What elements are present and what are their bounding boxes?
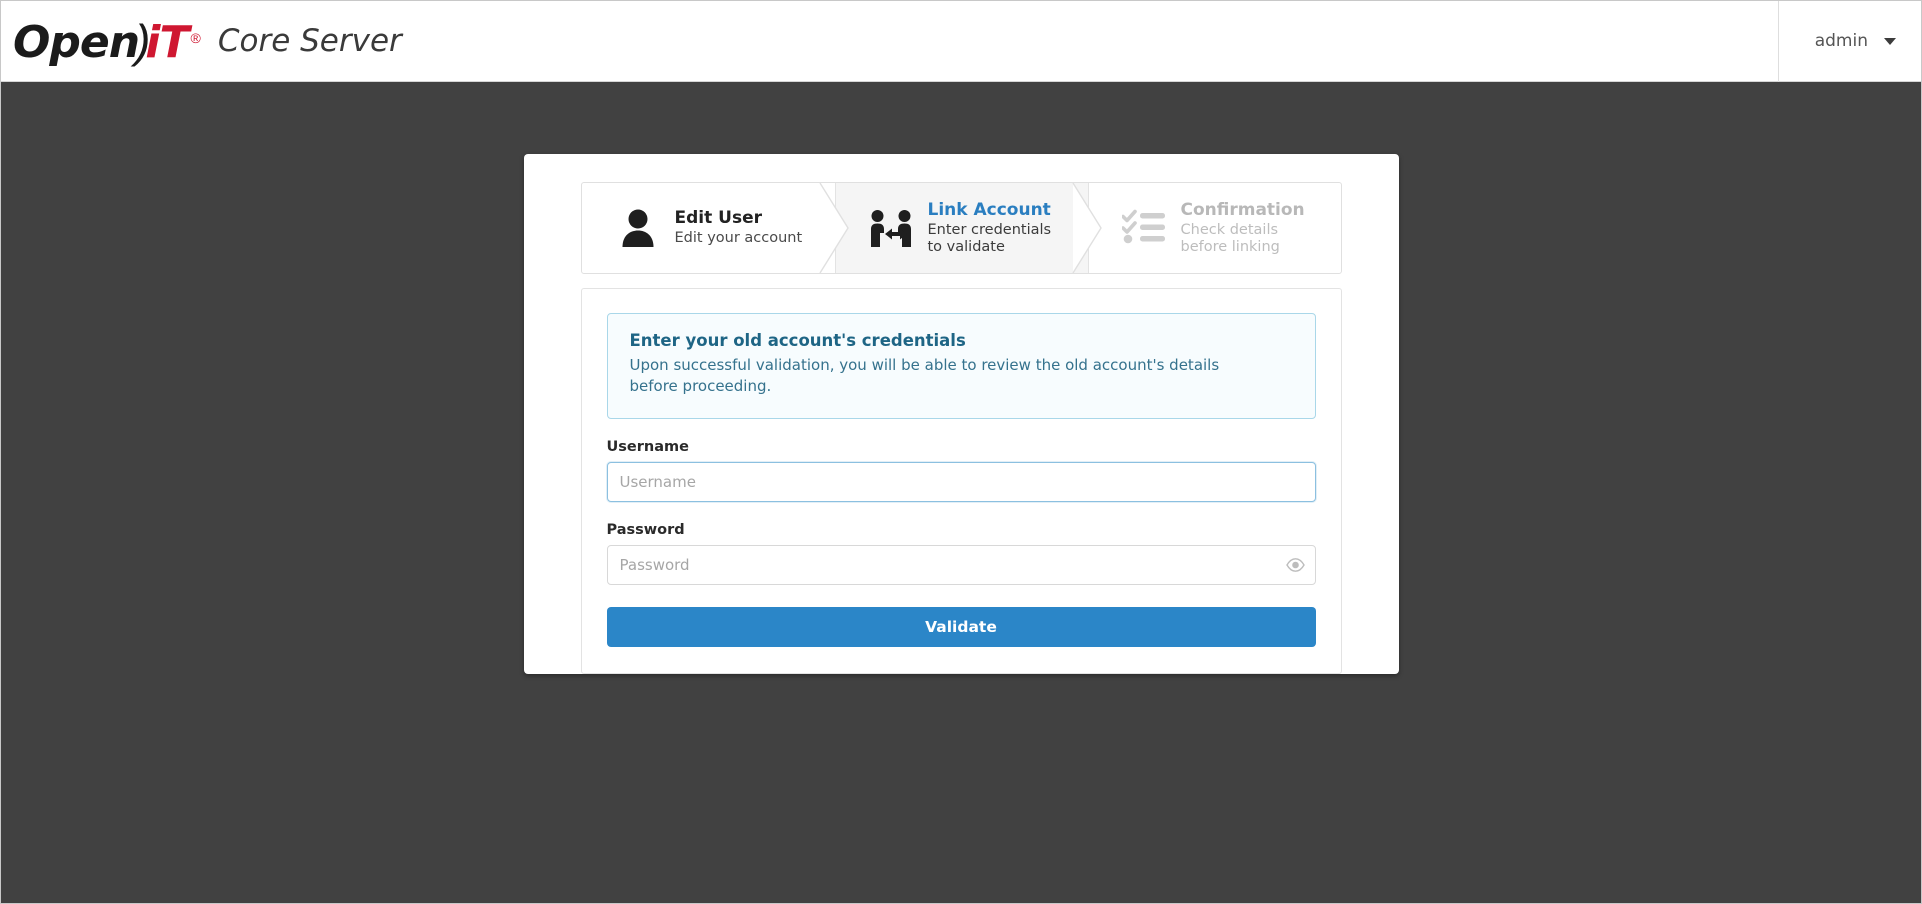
password-label: Password [606, 521, 685, 538]
password-field-group: Password [606, 521, 1316, 585]
step-edit-user-subtitle: Edit your account [674, 230, 803, 247]
step-edit-user-title: Edit User [674, 208, 763, 229]
step-link-account-subtitle: Enter credentials to validate [927, 221, 1052, 256]
chevron-down-icon [1884, 37, 1896, 45]
step-link-account[interactable]: Link Account Enter credentials to valida… [834, 183, 1102, 273]
openit-logo: Open) iT ® [13, 16, 201, 68]
page-title: Core Server [217, 23, 402, 59]
step-confirmation[interactable]: Confirmation Check details before linkin… [1087, 183, 1341, 273]
link-accounts-icon [868, 207, 914, 249]
step-confirmation-subtitle: Check details before linking [1180, 221, 1280, 256]
user-menu-label: admin [1814, 31, 1868, 51]
user-menu-button[interactable]: admin [1777, 0, 1920, 82]
app-header: Open) iT ® Core Server admin [1, 0, 1921, 82]
step-confirmation-text: Confirmation Check details before linkin… [1181, 200, 1305, 256]
wizard-stepper: Edit User Edit your account Link Account… [580, 182, 1342, 274]
info-callout-description: Upon successful validation, you will be … [629, 356, 1220, 396]
step-edit-user[interactable]: Edit User Edit your account [582, 183, 849, 273]
username-input-shell [606, 461, 1316, 502]
logo-registered-mark: ® [190, 29, 201, 46]
username-label: Username [606, 438, 689, 455]
link-account-form: Enter your old account's credentials Upo… [580, 288, 1342, 674]
step-link-account-text: Link Account Enter credentials to valida… [928, 200, 1052, 256]
step-divider [1087, 183, 1089, 273]
step-confirmation-title: Confirmation [1180, 199, 1305, 220]
user-icon [615, 207, 661, 249]
logo-text-open: Open [13, 16, 140, 68]
page-body: Edit User Edit your account Link Account… [1, 82, 1921, 903]
username-input[interactable] [606, 461, 1316, 502]
checklist-icon [1121, 209, 1167, 247]
username-field-group: Username [606, 438, 1316, 502]
step-divider [834, 183, 836, 273]
eye-icon[interactable] [1285, 557, 1305, 572]
wizard-card: Edit User Edit your account Link Account… [523, 154, 1399, 674]
validate-button[interactable]: Validate [606, 606, 1316, 647]
brand-area: Open) iT ® Core Server [1, 18, 402, 65]
password-input-shell [606, 544, 1316, 585]
step-edit-user-text: Edit User Edit your account [675, 208, 803, 247]
logo-text-it: iT [145, 16, 189, 68]
password-input[interactable] [606, 544, 1316, 585]
step-link-account-title: Link Account [927, 199, 1051, 220]
info-callout: Enter your old account's credentials Upo… [606, 313, 1316, 419]
info-callout-title: Enter your old account's credentials [629, 331, 966, 350]
